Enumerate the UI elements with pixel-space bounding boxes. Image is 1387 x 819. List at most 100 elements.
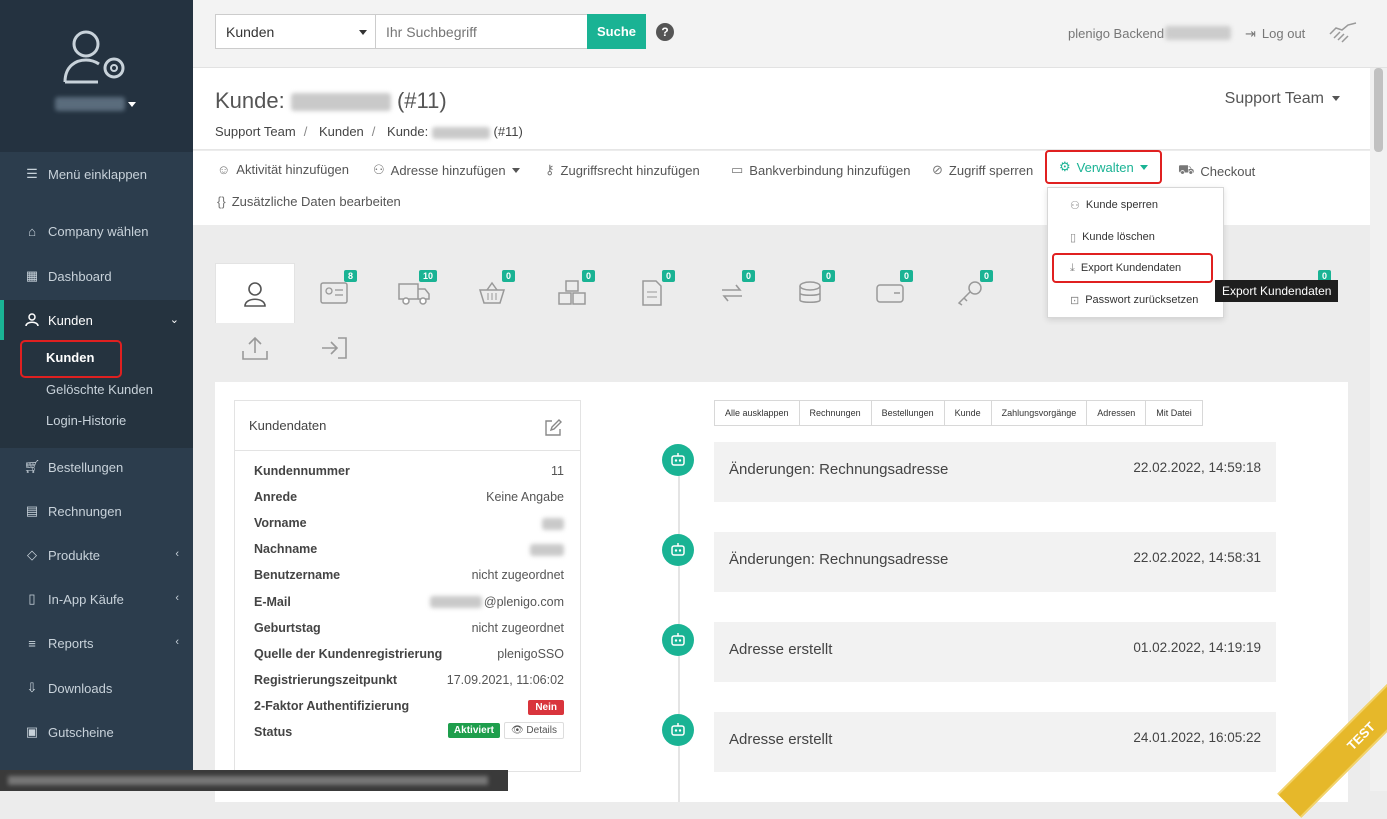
- sidebar-item-produkte[interactable]: ◇ Produkte ‹: [0, 535, 193, 575]
- search-button[interactable]: Suche: [587, 14, 646, 49]
- timeline-entry[interactable]: Änderungen: Rechnungsadresse 22.02.2022, …: [714, 532, 1276, 592]
- chevron-down-icon: ⌄: [169, 314, 179, 326]
- timeline-entry[interactable]: Änderungen: Rechnungsadresse 22.02.2022, …: [714, 442, 1276, 502]
- breadcrumb-item[interactable]: Support Team: [215, 124, 296, 139]
- filter-button[interactable]: Zahlungsvorgänge: [991, 401, 1088, 425]
- download-icon: ⇩: [26, 680, 38, 695]
- customer-data-card: Kundendaten Kundennummer 11 Anrede Keine An…: [234, 400, 581, 772]
- sidebar-item-inapp[interactable]: ▯ In-App Käufe ‹: [0, 579, 193, 619]
- sidebar-item-bestellungen[interactable]: 🛒︎ Bestellungen: [0, 447, 193, 487]
- tab-subscriptions[interactable]: 0: [707, 268, 757, 318]
- home-icon: ⌂: [28, 223, 36, 239]
- sidebar-item-company[interactable]: ⌂ Company wählen: [0, 211, 193, 251]
- customer-data-row: Quelle der Kundenregistrierung plenigoSSO: [254, 647, 564, 665]
- robot-icon: [662, 534, 694, 566]
- tab-contracts[interactable]: 8: [309, 268, 359, 318]
- timeline-title: Adresse erstellt: [729, 641, 833, 658]
- sidebar-item-reports[interactable]: ≡ Reports ‹: [0, 623, 193, 663]
- filter-button[interactable]: Rechnungen: [799, 401, 872, 425]
- refresh-icon: [722, 284, 742, 302]
- edit-extra-data-button[interactable]: {} Zusätzliche Daten bearbeiten: [217, 194, 401, 209]
- submenu-item-kunden[interactable]: Kunden: [46, 350, 94, 365]
- timeline-title: Änderungen: Rechnungsadresse: [729, 461, 949, 478]
- add-address-button[interactable]: ⚇ Adresse hinzufügen: [373, 162, 520, 178]
- unlock-icon: ⊡: [1070, 294, 1080, 307]
- edit-icon[interactable]: [544, 419, 562, 437]
- submenu-item-login-historie[interactable]: Login-Historie: [46, 413, 126, 428]
- filter-button[interactable]: Alle ausklappen: [715, 401, 800, 425]
- sidebar-item-kunden[interactable]: Kunden ⌄: [0, 300, 193, 340]
- field-value: @plenigo.com: [429, 595, 564, 609]
- logout-link[interactable]: ⇥ Log out: [1245, 26, 1305, 42]
- scrollbar-thumb[interactable]: [1374, 68, 1383, 152]
- cart-icon: 🛒︎: [23, 459, 41, 474]
- card-icon: ▭: [731, 162, 744, 177]
- sidebar-item-label: Kunden: [48, 312, 93, 328]
- checkout-button[interactable]: ⛟ Checkout: [1178, 162, 1255, 180]
- handshake-icon: [1329, 22, 1357, 43]
- scrollbar[interactable]: [1370, 68, 1387, 791]
- action-label: Zugriffsrecht hinzufügen: [560, 162, 700, 178]
- tab-wallet[interactable]: 0: [865, 268, 915, 318]
- breadcrumb-item[interactable]: Kunden: [319, 124, 364, 139]
- logout-icon: ⇥: [1245, 26, 1256, 41]
- tab-invoices[interactable]: 0: [627, 268, 677, 318]
- field-label: E-Mail: [254, 594, 291, 609]
- tab-badge: 0: [501, 270, 515, 282]
- help-icon[interactable]: ?: [656, 23, 674, 41]
- customer-name-redacted: [290, 93, 391, 112]
- breadcrumb-item: Kunde:: [387, 124, 429, 139]
- filter-button[interactable]: Mit Datei: [1146, 401, 1202, 425]
- timeline-entry[interactable]: Adresse erstellt 24.01.2022, 16:05:22: [714, 712, 1276, 772]
- tab-upload[interactable]: [230, 323, 280, 373]
- field-value-redacted: [530, 542, 564, 556]
- download-icon: ⤓: [1070, 261, 1075, 274]
- sidebar-item-gutscheine[interactable]: ▣ Gutscheine: [0, 712, 193, 752]
- sidebar-item-rechnungen[interactable]: ▤ Rechnungen: [0, 491, 193, 531]
- tag-icon: ◇: [27, 547, 37, 562]
- field-value: 11: [551, 464, 564, 478]
- add-activity-button[interactable]: ☺ Aktivität hinzufügen: [217, 162, 349, 177]
- sign-in-icon: [322, 337, 347, 359]
- tab-packages[interactable]: 0: [547, 268, 597, 318]
- tab-orders[interactable]: 0: [467, 268, 517, 318]
- sidebar-item-downloads[interactable]: ⇩ Downloads: [0, 668, 193, 708]
- details-button[interactable]: 👁︎ Details: [503, 722, 564, 739]
- add-access-button[interactable]: ⚷ Zugriffsrecht hinzufügen: [545, 162, 700, 178]
- sidebar-collapse[interactable]: ☰ Menü einklappen: [0, 154, 193, 194]
- export-customer-data-item[interactable]: ⤓ Export Kundendaten: [1052, 253, 1213, 283]
- reset-password-item[interactable]: ⊡ Passwort zurücksetzen: [1048, 285, 1225, 315]
- user-icon: [244, 281, 266, 307]
- sidebar-item-dashboard[interactable]: ▦ Dashboard: [0, 256, 193, 296]
- action-label: Checkout: [1200, 163, 1256, 179]
- timeline-entry[interactable]: Adresse erstellt 01.02.2022, 14:19:19: [714, 622, 1276, 682]
- filter-button[interactable]: Bestellungen: [871, 401, 945, 425]
- id-card-icon: [320, 282, 348, 304]
- search-scope-value: Kunden: [226, 24, 275, 40]
- block-access-button[interactable]: ⊘ Zugriff sperren: [932, 162, 1033, 178]
- tab-access[interactable]: 0: [945, 268, 995, 318]
- menu-item-label: Export Kundendaten: [1080, 262, 1182, 274]
- tab-login[interactable]: [309, 323, 359, 373]
- delete-customer-item[interactable]: ▯ Kunde löschen: [1048, 222, 1225, 252]
- tab-payments[interactable]: 0: [787, 268, 837, 318]
- block-customer-item[interactable]: ⚇ Kunde sperren: [1048, 190, 1225, 220]
- search-scope-select[interactable]: Kunden: [215, 14, 376, 49]
- caret-down-icon[interactable]: [128, 102, 136, 107]
- tab-deliveries[interactable]: 10: [389, 268, 439, 318]
- filter-button[interactable]: Kunde: [944, 401, 992, 425]
- manage-dropdown-button[interactable]: ⚙ Verwalten: [1045, 150, 1162, 184]
- field-value: Keine Angabe: [486, 490, 564, 505]
- action-label: Adresse hinzufügen: [390, 162, 506, 178]
- team-selector[interactable]: Support Team: [1225, 90, 1340, 108]
- sidebar-username[interactable]: [55, 97, 125, 111]
- document-icon: [642, 280, 662, 306]
- field-label: Quelle der Kundenregistrierung: [254, 646, 443, 661]
- submenu-item-geloeschte-kunden[interactable]: Gelöschte Kunden: [46, 382, 153, 397]
- search-input[interactable]: [376, 14, 588, 49]
- field-label: Vorname: [254, 516, 307, 531]
- braces-icon: {}: [217, 194, 226, 209]
- add-bank-button[interactable]: ▭ Bankverbindung hinzufügen: [731, 162, 910, 178]
- tab-customer[interactable]: [215, 263, 295, 323]
- filter-button[interactable]: Adressen: [1087, 401, 1147, 425]
